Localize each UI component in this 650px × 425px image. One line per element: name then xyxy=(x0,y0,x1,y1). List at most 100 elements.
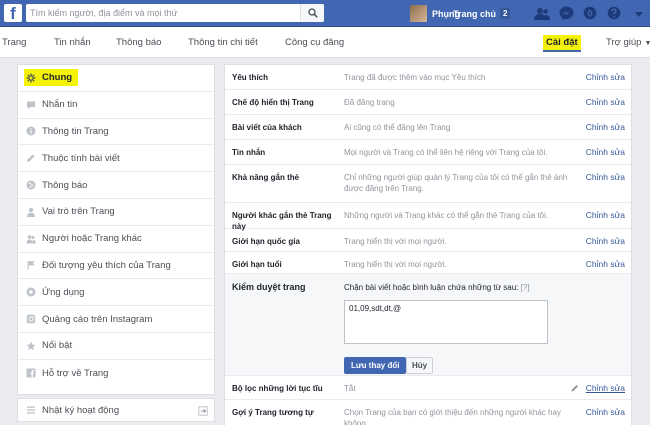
instagram-icon xyxy=(26,314,36,324)
sidebar-item-page-support[interactable]: Hỗ trợ về Trang xyxy=(18,360,214,387)
list-icon xyxy=(26,405,36,415)
setting-value: Những người và Trang khác có thể gắn thẻ… xyxy=(344,211,549,220)
sidebar-item-instagram-ads[interactable]: Quảng cáo trên Instagram xyxy=(18,306,214,333)
info-icon xyxy=(26,126,36,136)
chevron-down-icon xyxy=(635,12,643,17)
friend-requests-icon[interactable] xyxy=(534,4,550,22)
activity-log-link[interactable]: Nhật ký hoạt động xyxy=(17,398,215,422)
setting-value: Chỉ những người giúp quản lý Trang của t… xyxy=(344,173,568,193)
setting-label: Bộ lọc những lời tục tĩu xyxy=(232,384,323,393)
help-link[interactable]: [?] xyxy=(521,283,530,292)
setting-row-messages[interactable]: Tin nhắn Mọi người và Trang có thể liên … xyxy=(225,140,631,165)
setting-row-similar-page-suggestions[interactable]: Gợi ý Trang tương tự Chọn Trang của bạn … xyxy=(225,400,631,425)
edit-link[interactable]: Chỉnh sửa xyxy=(586,259,625,270)
save-changes-button[interactable]: Lưu thay đổi xyxy=(344,357,407,374)
pencil-icon xyxy=(571,385,578,392)
gear-icon xyxy=(26,73,36,83)
sidebar-item-label: Chung xyxy=(42,72,73,84)
sidebar-item-general[interactable]: Chung xyxy=(18,65,214,92)
account-menu-arrow[interactable] xyxy=(632,7,646,21)
setting-value: Trang hiển thị với mọi người. xyxy=(344,260,447,269)
pen-icon xyxy=(26,153,36,163)
tab-notifications[interactable]: Thông báo xyxy=(116,27,161,58)
tab-insights[interactable]: Thông tin chi tiết xyxy=(188,27,258,58)
edit-link[interactable]: Chỉnh sửa xyxy=(586,72,625,83)
search-input[interactable] xyxy=(26,4,296,22)
chevron-down-icon: ▼ xyxy=(644,40,650,47)
facebook-icon xyxy=(26,368,36,378)
tab-settings-label: Cài đặt xyxy=(543,35,581,52)
setting-row-visitor-posts[interactable]: Bài viết của khách Ai cũng có thể đăng l… xyxy=(225,115,631,140)
edit-link[interactable]: Chỉnh sửa xyxy=(586,172,625,183)
sidebar-item-page-roles[interactable]: Vai trò trên Trang xyxy=(18,199,214,226)
sidebar-item-label: Quảng cáo trên Instagram xyxy=(42,313,153,325)
setting-label: Giới hạn tuổi xyxy=(232,260,282,269)
globe-icon xyxy=(26,180,36,190)
edit-link[interactable]: Chỉnh sửa xyxy=(586,236,625,247)
edit-link[interactable]: Chỉnh sửa xyxy=(586,97,625,108)
svg-text:0: 0 xyxy=(587,8,592,18)
setting-value: Mọi người và Trang có thể liên hệ riêng … xyxy=(344,148,548,157)
tab-help[interactable]: Trợ giúp ▼ xyxy=(606,27,650,58)
setting-value: Ai cũng có thể đăng lên Trang xyxy=(344,123,451,132)
setting-row-tagging-ability[interactable]: Khả năng gắn thẻ Chỉ những người giúp qu… xyxy=(225,165,631,203)
setting-label: Yêu thích xyxy=(232,73,269,82)
sidebar-item-label: Nhắn tin xyxy=(42,99,78,111)
home-label: Trang chủ xyxy=(453,8,497,19)
setting-row-profanity-filter[interactable]: Bộ lọc những lời tục tĩu Tắt Chỉnh sửa xyxy=(225,376,631,400)
blocked-words-value: 01,09,sdt,dt,@ xyxy=(349,304,402,313)
setting-row-page-visibility[interactable]: Chế độ hiển thị Trang Đã đăng trang Chỉn… xyxy=(225,90,631,115)
message-icon xyxy=(26,100,36,110)
sidebar-item-label: Hỗ trợ về Trang xyxy=(42,367,109,379)
home-link[interactable]: Trang chủ 2 xyxy=(453,5,511,22)
tab-settings[interactable]: Cài đặt xyxy=(543,27,581,58)
star-icon xyxy=(26,341,36,351)
home-count-badge: 2 xyxy=(500,8,511,19)
sidebar-item-label: Ứng dụng xyxy=(42,286,85,298)
setting-row-others-tagging[interactable]: Người khác gắn thẻ Trang này Những người… xyxy=(225,203,631,231)
setting-row-favorites[interactable]: Yêu thích Trang đã được thêm vào mục Yêu… xyxy=(225,65,631,90)
moderation-description: Chặn bài viết hoặc bình luận chứa những … xyxy=(344,282,582,293)
sidebar-item-label: Thông báo xyxy=(42,179,88,191)
messages-icon[interactable] xyxy=(558,4,574,22)
edit-link[interactable]: Chỉnh sửa xyxy=(586,383,625,394)
sidebar-item-post-attribution[interactable]: Thuộc tính bài viết xyxy=(18,145,214,173)
person-icon xyxy=(26,207,36,217)
edit-link[interactable]: Chỉnh sửa xyxy=(586,407,625,418)
sidebar-item-people-and-pages[interactable]: Người hoặc Trang khác xyxy=(18,226,214,253)
setting-row-age-restrictions[interactable]: Giới hạn tuổi Trang hiển thị với mọi ngư… xyxy=(225,252,631,274)
blocked-words-textarea[interactable]: 01,09,sdt,dt,@ xyxy=(344,300,548,344)
sidebar-item-messaging[interactable]: Nhắn tin xyxy=(18,92,214,119)
setting-label: Chế độ hiển thị Trang xyxy=(232,98,314,107)
setting-label: Giới hạn quốc gia xyxy=(232,237,300,246)
activity-log-label: Nhật ký hoạt động xyxy=(42,404,120,416)
cancel-button[interactable]: Hủy xyxy=(406,357,434,374)
edit-link[interactable]: Chỉnh sửa xyxy=(586,210,625,221)
edit-link[interactable]: Chỉnh sửa xyxy=(586,122,625,133)
edit-link[interactable]: Chỉnh sửa xyxy=(586,147,625,158)
tab-page[interactable]: Trang xyxy=(2,27,26,58)
sidebar-item-featured[interactable]: Nổi bật xyxy=(18,333,214,360)
search-button[interactable] xyxy=(300,4,324,22)
sidebar-item-label: Thông tin Trang xyxy=(42,125,109,137)
people-icon xyxy=(26,234,36,244)
settings-panel: Yêu thích Trang đã được thêm vào mục Yêu… xyxy=(224,64,632,425)
sidebar-item-apps[interactable]: Ứng dụng xyxy=(18,279,214,307)
tab-publishing-tools[interactable]: Công cụ đăng xyxy=(285,27,344,58)
setting-value: Trang đã được thêm vào mục Yêu thích xyxy=(344,73,486,82)
flag-icon xyxy=(26,260,36,270)
avatar xyxy=(410,5,427,22)
sidebar-item-page-info[interactable]: Thông tin Trang xyxy=(18,119,214,146)
notifications-icon[interactable]: 0 xyxy=(582,4,598,22)
setting-label: Khả năng gắn thẻ xyxy=(232,173,300,182)
privacy-icon[interactable] xyxy=(606,4,622,22)
sidebar-item-preferred-audience[interactable]: Đối tượng yêu thích của Trang xyxy=(18,253,214,280)
setting-label: Gợi ý Trang tương tự xyxy=(232,408,314,417)
tab-messages[interactable]: Tin nhắn xyxy=(54,27,91,58)
setting-value: Tắt xyxy=(344,384,356,393)
facebook-logo[interactable]: f xyxy=(4,4,22,22)
setting-row-country-restrictions[interactable]: Giới hạn quốc gia Trang hiển thị với mọi… xyxy=(225,229,631,252)
search-icon xyxy=(308,8,318,18)
sidebar-item-notifications[interactable]: Thông báo xyxy=(18,172,214,199)
sidebar-item-label: Thuộc tính bài viết xyxy=(42,152,120,164)
